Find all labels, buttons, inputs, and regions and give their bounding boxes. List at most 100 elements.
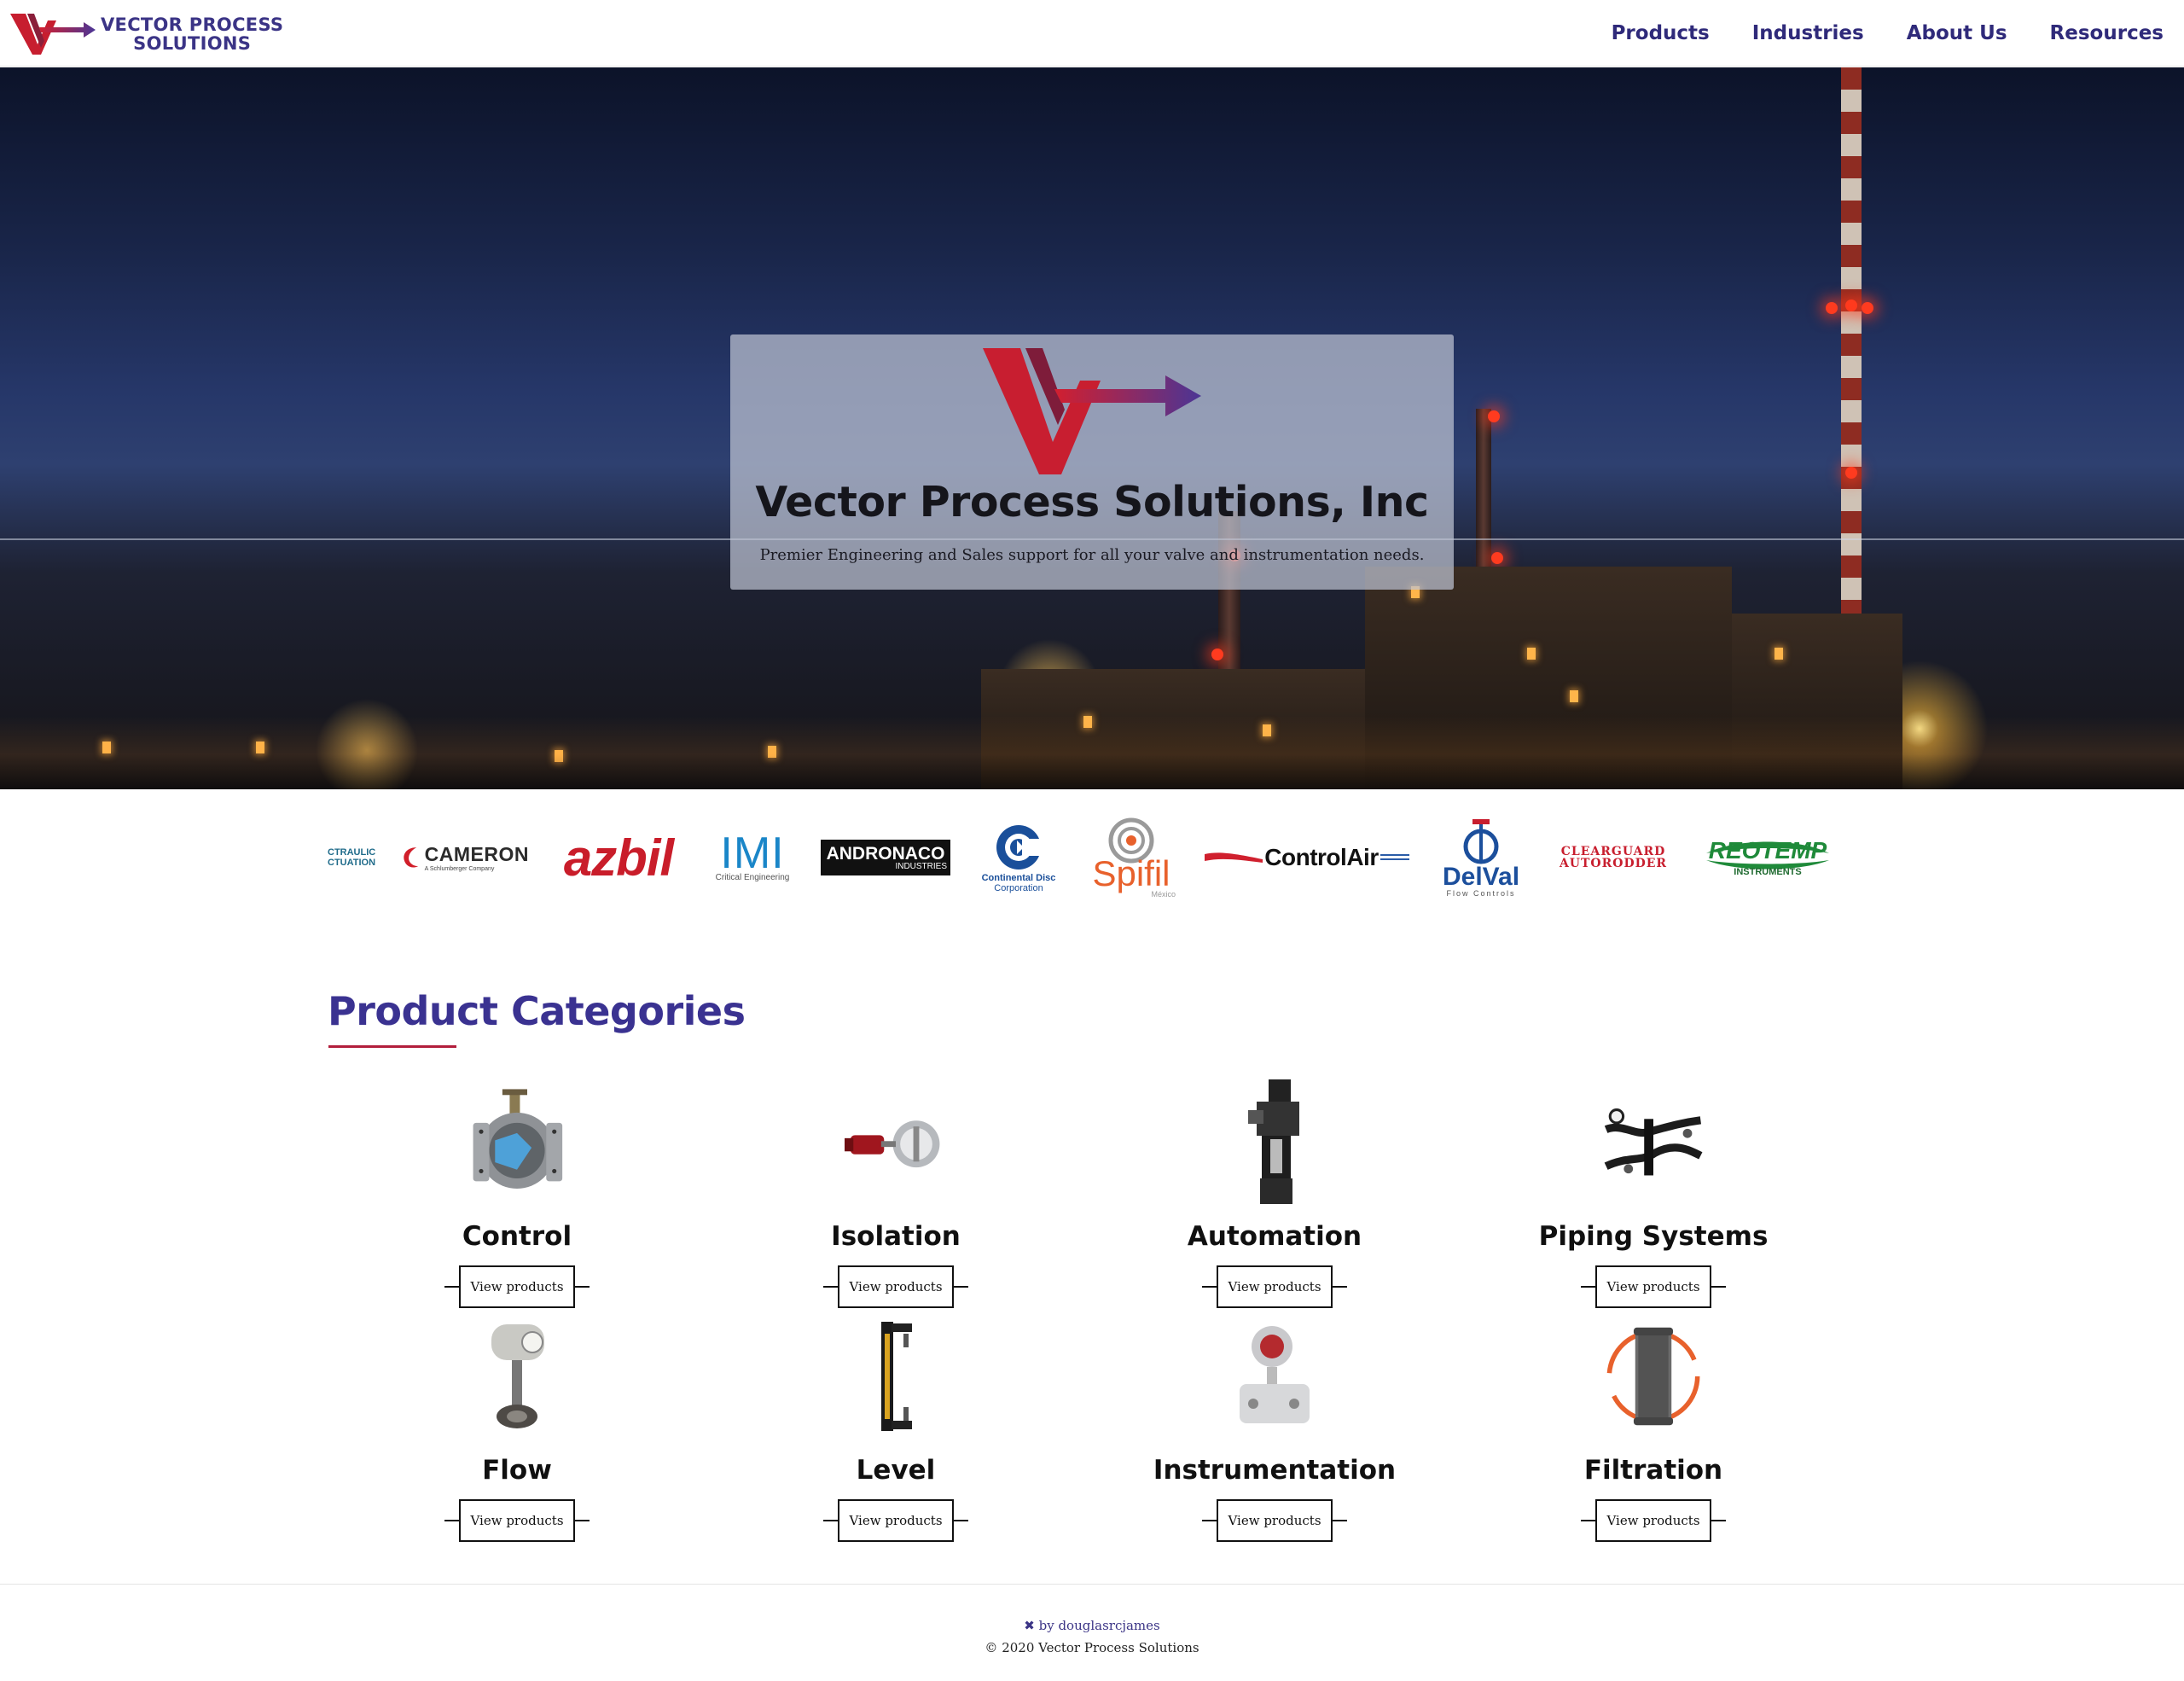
- filter-element-icon: [1606, 1327, 1700, 1426]
- brand-text: Continental Disc: [981, 873, 1056, 883]
- continental-disc-icon: [996, 825, 1044, 870]
- category-name: Level: [856, 1455, 936, 1486]
- brand-logo-cameron[interactable]: CAMERON A Schlumberger Company: [401, 843, 529, 872]
- tower-light: [1491, 552, 1503, 564]
- lit-window: [1774, 648, 1783, 660]
- brand-text: INDUSTRIES: [895, 861, 947, 871]
- brand-text: INSTRUMENTS: [1734, 867, 1802, 877]
- category-name: Flow: [482, 1455, 552, 1486]
- category-name: Automation: [1187, 1221, 1362, 1252]
- cameron-swirl-icon: [404, 847, 419, 868]
- view-products-wrap: View products: [706, 1499, 1085, 1542]
- nav-industries[interactable]: Industries: [1752, 22, 1864, 44]
- developer-credit[interactable]: ✖ by douglasrcjames: [0, 1618, 2184, 1633]
- view-products-button[interactable]: View products: [838, 1499, 954, 1542]
- category-card-filtration: Filtration View products: [1464, 1313, 1843, 1547]
- category-name: Piping Systems: [1538, 1221, 1769, 1252]
- instrumentation-transmitter-image[interactable]: [1223, 1313, 1326, 1440]
- tower-light: [1845, 300, 1857, 311]
- tower-light: [1826, 302, 1838, 314]
- tower-light: [1211, 649, 1223, 660]
- brand-text: ControlAir: [1264, 844, 1379, 870]
- brand-logo-hydraulic-actuation[interactable]: CTRAULIC CTUATION: [328, 847, 377, 868]
- view-products-button[interactable]: View products: [1595, 1265, 1711, 1308]
- level-gauge-icon: [881, 1322, 912, 1431]
- brand-text: Corporation: [994, 883, 1043, 893]
- brand-name: VECTOR PROCESS SOLUTIONS: [101, 15, 283, 53]
- piping-manifold-icon: [1604, 1108, 1703, 1176]
- brand-text: REOTEMP: [1708, 837, 1827, 864]
- view-products-wrap: View products: [1085, 1265, 1464, 1308]
- brand-text: Flow Controls: [1446, 889, 1516, 898]
- city-glow: [0, 716, 2184, 789]
- view-products-wrap: View products: [328, 1499, 706, 1542]
- view-products-button[interactable]: View products: [459, 1265, 575, 1308]
- view-products-button[interactable]: View products: [838, 1265, 954, 1308]
- site-header: VECTOR PROCESS SOLUTIONS Products Indust…: [0, 0, 2184, 67]
- brand-logo-link[interactable]: VECTOR PROCESS SOLUTIONS: [9, 9, 283, 60]
- brand-text: CLEARGUARD: [1560, 845, 1666, 858]
- category-card-level: Level View products: [706, 1313, 1085, 1547]
- category-name: Isolation: [831, 1221, 961, 1252]
- view-products-button[interactable]: View products: [459, 1499, 575, 1542]
- view-products-wrap: View products: [1085, 1499, 1464, 1542]
- brand-text: A Schlumberger Company: [424, 866, 495, 872]
- brand-logo-azbil[interactable]: azbil: [553, 829, 684, 887]
- brand-line-2: SOLUTIONS: [133, 33, 252, 54]
- piping-systems-image[interactable]: [1602, 1079, 1705, 1206]
- nav-products[interactable]: Products: [1612, 22, 1710, 44]
- category-name: Instrumentation: [1153, 1455, 1397, 1486]
- butterfly-valve-icon: [845, 1120, 940, 1168]
- nav-resources[interactable]: Resources: [2050, 22, 2164, 44]
- brand-logo-carousel[interactable]: CTRAULIC CTUATION CAMERON A Schlumberger…: [328, 802, 1856, 913]
- brand-logo-clearguard[interactable]: CLEARGUARD AUTORODDER: [1549, 846, 1677, 870]
- view-products-button[interactable]: View products: [1217, 1499, 1333, 1542]
- brand-logo-continental-disc[interactable]: Continental Disc Corporation: [974, 822, 1063, 893]
- brand-text: ANDRONACO: [826, 843, 945, 864]
- filtration-element-image[interactable]: [1602, 1313, 1705, 1440]
- footer-divider: [0, 1584, 2184, 1585]
- brand-text: CAMERON: [424, 843, 529, 865]
- lit-window: [1527, 648, 1536, 660]
- actuator-icon: [1248, 1079, 1299, 1204]
- brand-text: CTUATION: [328, 858, 376, 868]
- controlair-lines-icon: [1380, 854, 1409, 860]
- pressure-transmitter-icon: [1240, 1326, 1310, 1423]
- brand-logo-controlair[interactable]: ControlAir: [1199, 844, 1413, 871]
- flow-meter-icon: [491, 1324, 544, 1428]
- level-gauge-image[interactable]: [845, 1313, 947, 1440]
- view-products-wrap: View products: [706, 1265, 1085, 1308]
- category-card-piping-systems: Piping Systems View products: [1464, 1079, 1843, 1313]
- control-valve-icon: [473, 1089, 563, 1189]
- control-valve-image[interactable]: [466, 1079, 568, 1206]
- brand-text: IMI: [720, 828, 785, 878]
- view-products-button[interactable]: View products: [1217, 1265, 1333, 1308]
- delval-valve-icon: [1463, 819, 1499, 864]
- isolation-valve-image[interactable]: [845, 1079, 947, 1206]
- nav-about-us[interactable]: About Us: [1907, 22, 2007, 44]
- brand-text: CTRAULIC: [328, 847, 376, 858]
- flow-meter-image[interactable]: [466, 1313, 568, 1440]
- brand-text: azbil: [563, 829, 674, 887]
- vector-logo-icon: [983, 348, 1201, 474]
- brand-logo-reotemp[interactable]: REOTEMP INSTRUMENTS: [1701, 838, 1834, 877]
- category-card-isolation: Isolation View products: [706, 1079, 1085, 1313]
- view-products-wrap: View products: [1464, 1265, 1843, 1308]
- main-nav: Products Industries About Us Resources: [1612, 0, 2164, 67]
- brand-text: Critical Engineering: [715, 872, 790, 882]
- heading-underline: [328, 1045, 456, 1048]
- tools-icon: ✖: [1024, 1618, 1035, 1633]
- tower-light: [1862, 302, 1873, 314]
- brand-logo-delval[interactable]: DelVal Flow Controls: [1437, 817, 1525, 898]
- brand-logo-andronaco[interactable]: ANDRONACO INDUSTRIES: [821, 840, 950, 875]
- hero-card: Vector Process Solutions, Inc Premier En…: [730, 334, 1454, 590]
- credit-text: by douglasrcjames: [1038, 1618, 1160, 1633]
- brand-logo-imi[interactable]: IMI Critical Engineering: [708, 828, 797, 882]
- brand-line-1: VECTOR PROCESS: [101, 15, 284, 35]
- view-products-button[interactable]: View products: [1595, 1499, 1711, 1542]
- brand-text: Spifil: [1092, 853, 1170, 893]
- brand-logo-spifil[interactable]: Spifil México: [1087, 817, 1176, 899]
- automation-actuator-image[interactable]: [1223, 1079, 1326, 1206]
- view-products-wrap: View products: [1464, 1499, 1843, 1542]
- tower-light: [1845, 467, 1857, 479]
